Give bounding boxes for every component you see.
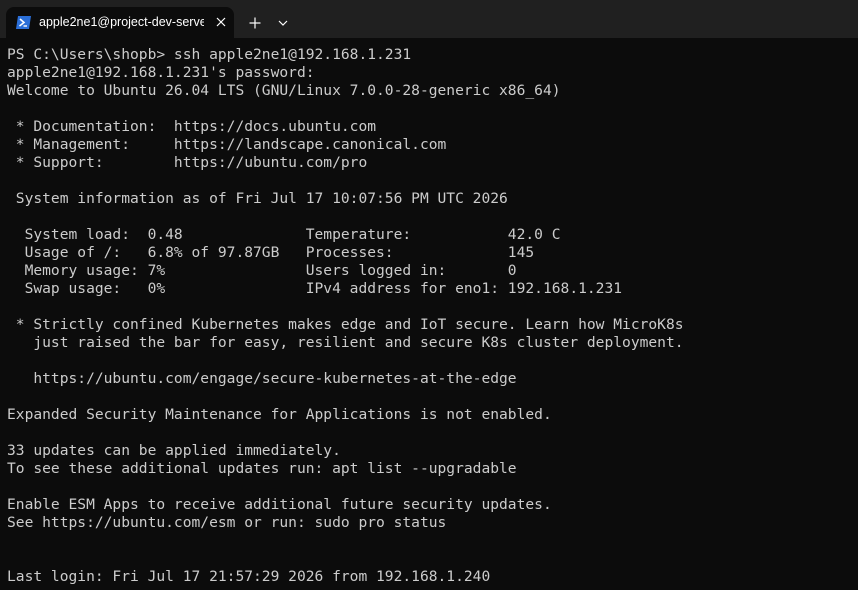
- terminal-line: System information as of Fri Jul 17 10:0…: [7, 190, 508, 207]
- terminal-line: just raised the bar for easy, resilient …: [7, 334, 684, 351]
- title-bar: apple2ne1@project-dev-serve: [0, 0, 858, 38]
- terminal-line: Welcome to Ubuntu 26.04 LTS (GNU/Linux 7…: [7, 82, 561, 99]
- close-icon[interactable]: [213, 14, 229, 30]
- tab-title: apple2ne1@project-dev-serve: [39, 15, 204, 29]
- terminal-text: PS C:\Users\shopb> ssh apple2ne1@192.168…: [7, 46, 684, 586]
- terminal-line: See https://ubuntu.com/esm or run: sudo …: [7, 514, 447, 531]
- terminal-line: apple2ne1@192.168.1.231's password:: [7, 64, 315, 81]
- terminal-line: PS C:\Users\shopb> ssh apple2ne1@192.168…: [7, 46, 412, 63]
- terminal-line: Expanded Security Maintenance for Applic…: [7, 406, 552, 423]
- terminal-line: * Management: https://landscape.canonica…: [7, 136, 447, 153]
- terminal-line: * Strictly confined Kubernetes makes edg…: [7, 316, 684, 333]
- powershell-icon: [16, 16, 31, 29]
- terminal-line: Memory usage: 7% Users logged in: 0: [7, 262, 517, 279]
- chevron-down-icon[interactable]: [273, 12, 293, 34]
- plus-icon[interactable]: [244, 12, 266, 34]
- terminal-line: Usage of /: 6.8% of 97.87GB Processes: 1…: [7, 244, 535, 261]
- terminal-line: 33 updates can be applied immediately.: [7, 442, 341, 459]
- terminal-line: * Support: https://ubuntu.com/pro: [7, 154, 368, 171]
- tab-ssh-session[interactable]: apple2ne1@project-dev-serve: [6, 7, 234, 38]
- terminal-window: apple2ne1@project-dev-serve PS C:\Users\…: [0, 0, 858, 590]
- terminal-line: https://ubuntu.com/engage/secure-kuberne…: [7, 370, 517, 387]
- terminal-line: System load: 0.48 Temperature: 42.0 C: [7, 226, 561, 243]
- terminal-line: Swap usage: 0% IPv4 address for eno1: 19…: [7, 280, 623, 297]
- terminal-line: Last login: Fri Jul 17 21:57:29 2026 fro…: [7, 568, 491, 585]
- terminal-line: * Documentation: https://docs.ubuntu.com: [7, 118, 377, 135]
- terminal-line: Enable ESM Apps to receive additional fu…: [7, 496, 552, 513]
- terminal-output[interactable]: PS C:\Users\shopb> ssh apple2ne1@192.168…: [0, 38, 858, 590]
- terminal-line: To see these additional updates run: apt…: [7, 460, 517, 477]
